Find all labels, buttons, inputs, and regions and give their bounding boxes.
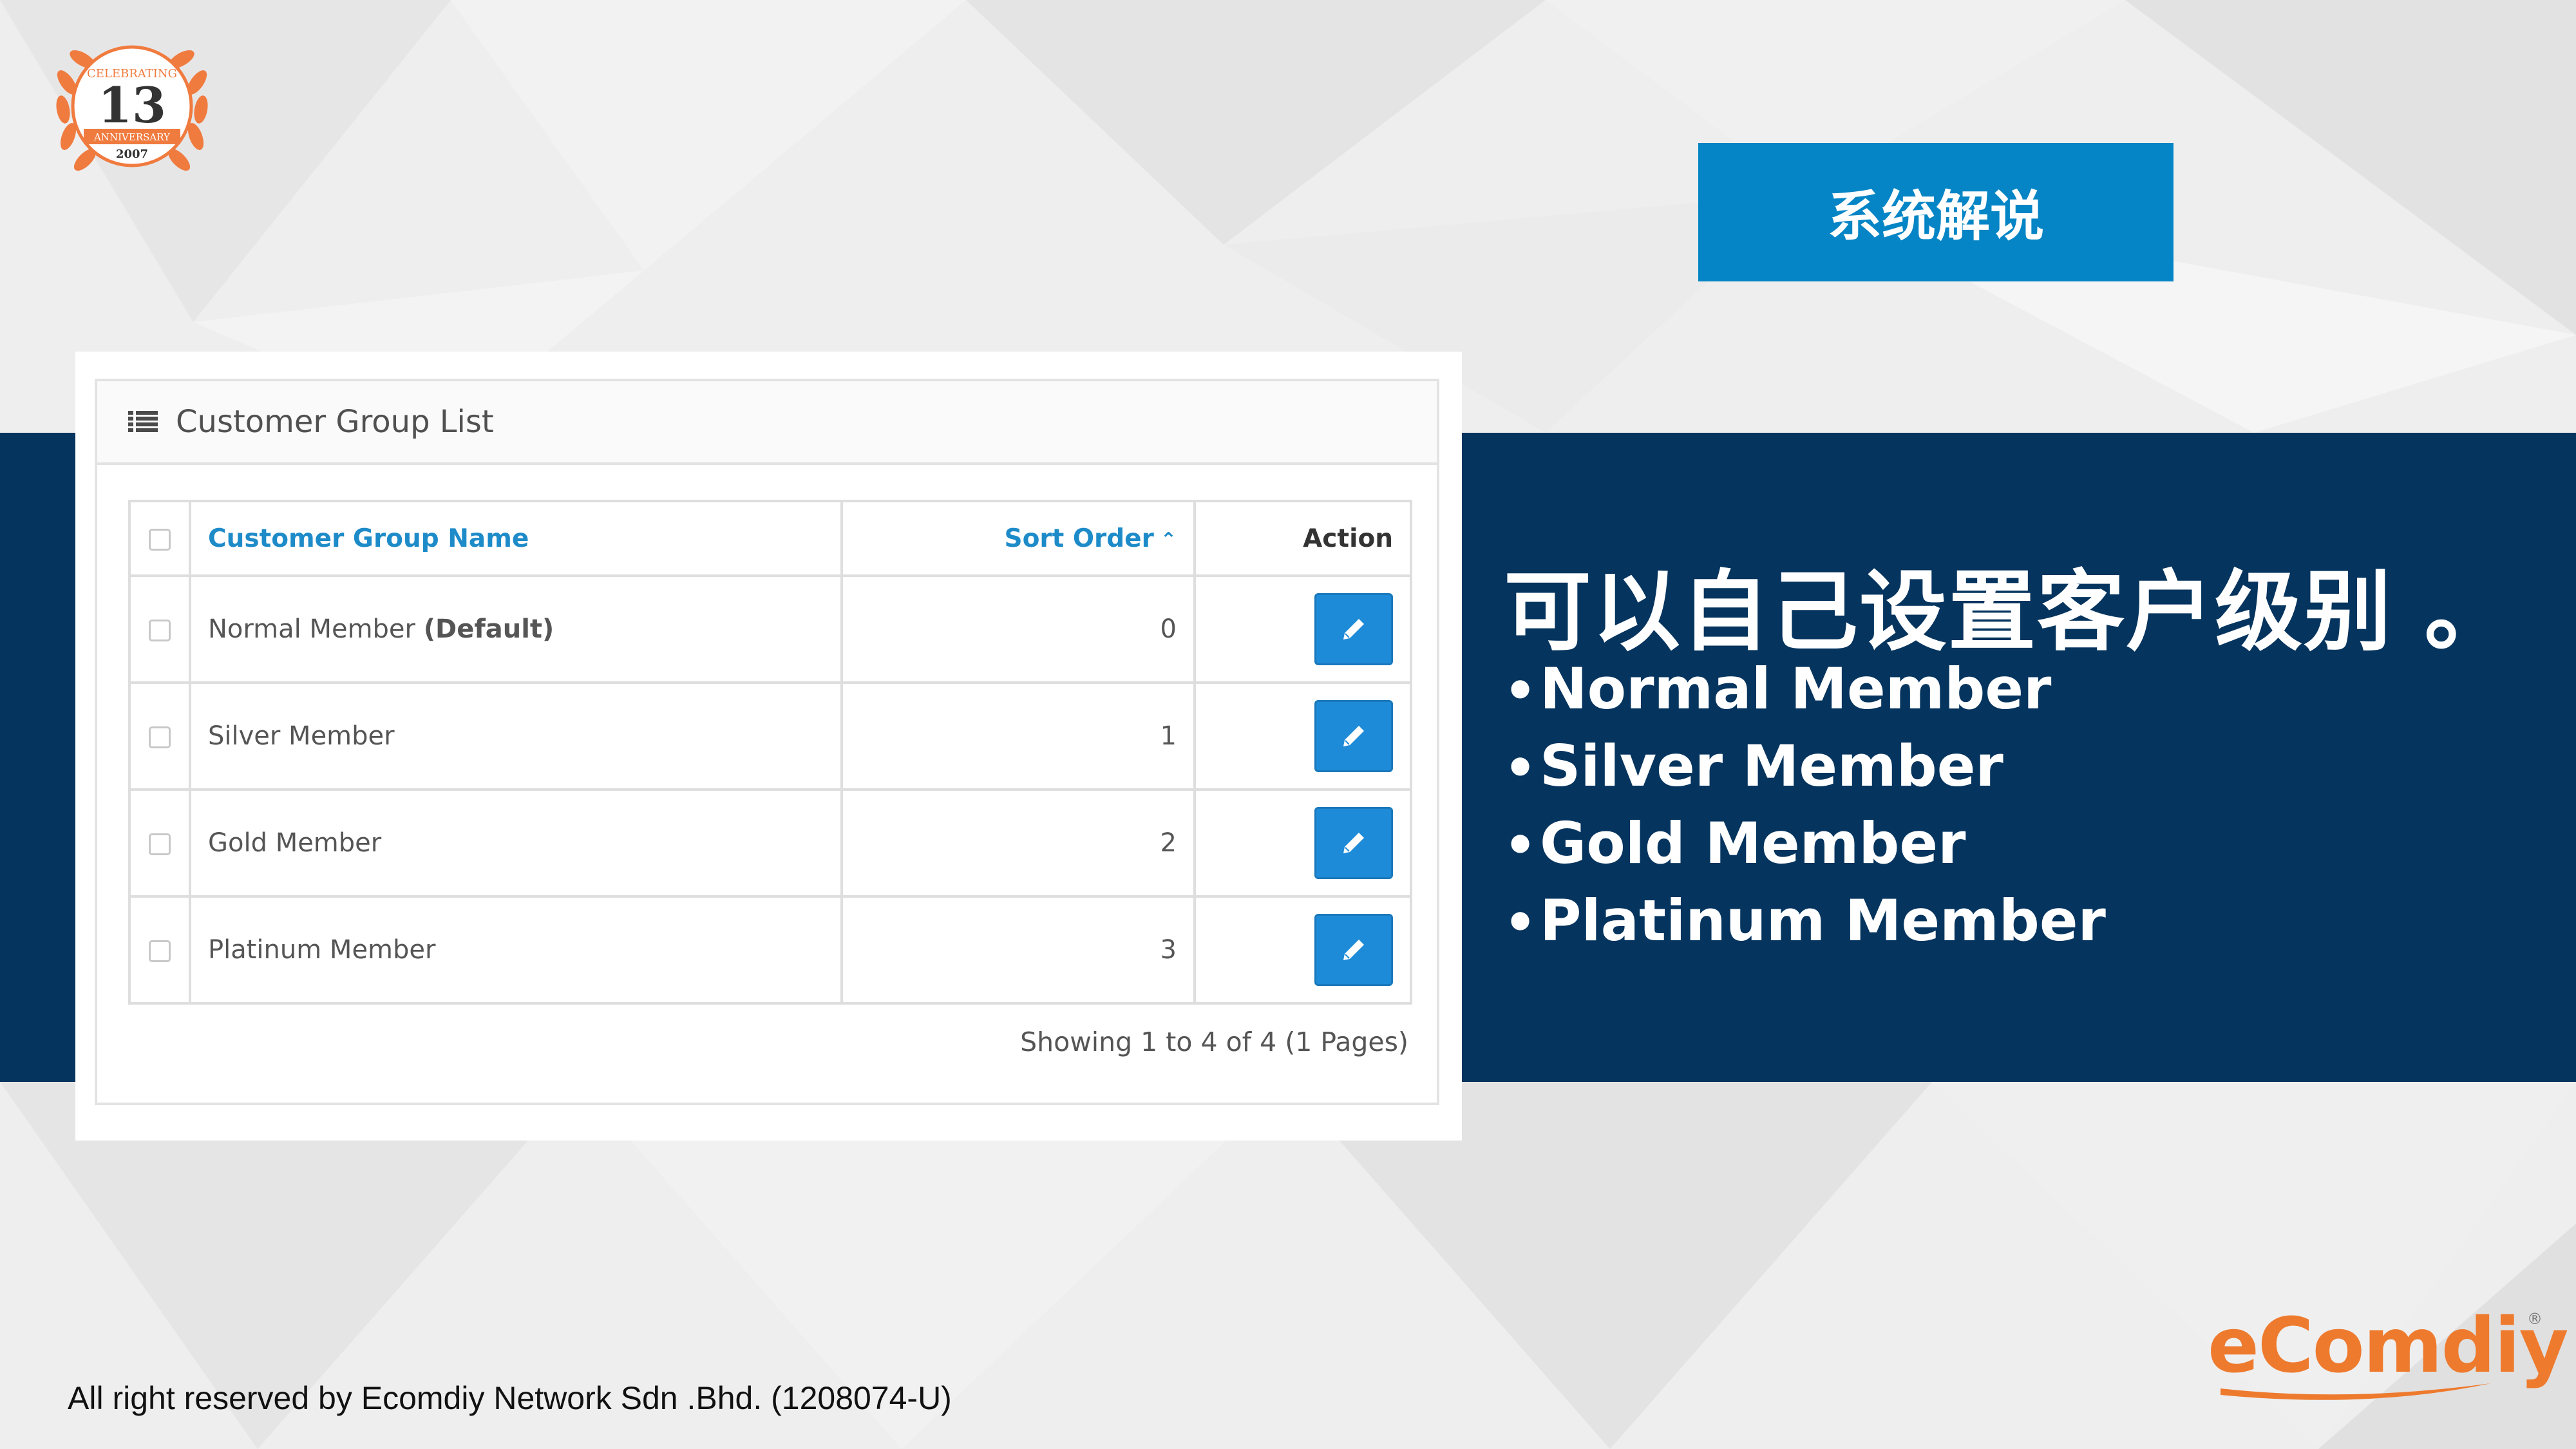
table-row: Gold Member 2 [128,788,1412,898]
edit-button[interactable] [1314,700,1393,772]
table-row: Normal Member (Default) 0 [128,574,1412,684]
ecomdiy-logo: eComdiy ® [2208,1301,2568,1410]
group-name: Silver Member [208,721,395,751]
bullet-icon: • [1504,661,1537,721]
select-all-checkbox[interactable] [149,529,171,551]
list-item-label: Platinum Member [1540,887,2106,954]
list-item: •Silver Member [1504,728,2106,805]
action-cell [1193,788,1412,898]
svg-text:13: 13 [98,77,166,134]
anniversary-badge-logo: CELEBRATING 13 ANNIVERSARY 2007 [56,45,208,171]
list-item-label: Gold Member [1540,810,1966,876]
table-row: Silver Member 1 [128,681,1412,791]
row-select-cell [128,895,191,1005]
svg-text:ANNIVERSARY: ANNIVERSARY [93,131,171,143]
list-item-label: Normal Member [1540,656,2052,722]
sort-by-order-link[interactable]: Sort Order [1005,524,1154,553]
group-name: Normal Member [208,614,415,644]
row-select-cell [128,574,191,684]
group-name-cell: Platinum Member [189,895,843,1005]
member-level-list: •Normal Member •Silver Member •Gold Memb… [1504,650,2106,960]
group-name: Gold Member [208,828,382,858]
list-item: •Platinum Member [1504,882,2106,960]
edit-button[interactable] [1314,807,1393,879]
default-tag: (Default) [423,614,554,644]
swoosh-icon [2221,1383,2491,1400]
row-checkbox[interactable] [149,833,171,855]
pencil-icon [1343,726,1364,746]
group-name: Platinum Member [208,935,436,965]
select-all-cell [128,500,191,577]
list-item: •Gold Member [1504,805,2106,882]
customer-group-table: Customer Group Name Sort Order ⌃ Action N… [128,500,1412,1005]
sort-by-name-link[interactable]: Customer Group Name [208,524,529,553]
row-select-cell [128,681,191,791]
list-item: •Normal Member [1504,650,2106,728]
table-header-row: Customer Group Name Sort Order ⌃ Action [128,500,1412,577]
panel-header: Customer Group List [97,381,1437,465]
panel-title: Customer Group List [176,404,494,440]
section-label: 系统解说 [1698,143,2174,281]
column-header-sort-order[interactable]: Sort Order ⌃ [840,500,1196,577]
sort-order-cell: 1 [840,681,1196,791]
action-cell [1193,895,1412,1005]
copyright-notice: All right reserved by Ecomdiy Network Sd… [68,1380,952,1416]
pencil-icon [1343,619,1364,639]
bullet-icon: • [1504,738,1537,798]
column-header-name[interactable]: Customer Group Name [189,500,843,577]
svg-text:2007: 2007 [116,147,148,161]
brand-wordmark: eComdiy [2208,1301,2568,1390]
screenshot-card: Customer Group List Customer Group Name … [75,352,1462,1141]
bullet-icon: • [1504,815,1537,875]
group-name-cell: Normal Member (Default) [189,574,843,684]
bullet-icon: • [1504,893,1537,952]
sort-order-cell: 0 [840,574,1196,684]
column-header-action: Action [1193,500,1412,577]
group-name-cell: Silver Member [189,681,843,791]
group-name-cell: Gold Member [189,788,843,898]
customer-group-panel: Customer Group List Customer Group Name … [95,379,1439,1105]
row-checkbox[interactable] [149,726,171,748]
action-cell [1193,681,1412,791]
sort-order-cell: 3 [840,895,1196,1005]
sort-order-cell: 2 [840,788,1196,898]
registered-mark: ® [2527,1310,2543,1328]
caret-up-icon: ⌃ [1160,528,1177,551]
edit-button[interactable] [1314,914,1393,986]
action-cell [1193,574,1412,684]
description-heading: 可以自己设置客户级别 。 [1504,562,2514,663]
row-checkbox[interactable] [149,620,171,641]
pencil-icon [1343,833,1364,853]
row-select-cell [128,788,191,898]
pencil-icon [1343,940,1364,960]
pagination-summary: Showing 1 to 4 of 4 (1 Pages) [1020,1027,1408,1057]
list-icon [128,411,158,432]
action-header-label: Action [1303,524,1393,553]
row-checkbox[interactable] [149,940,171,962]
edit-button[interactable] [1314,593,1393,665]
table-row: Platinum Member 3 [128,895,1412,1005]
list-item-label: Silver Member [1540,733,2003,799]
